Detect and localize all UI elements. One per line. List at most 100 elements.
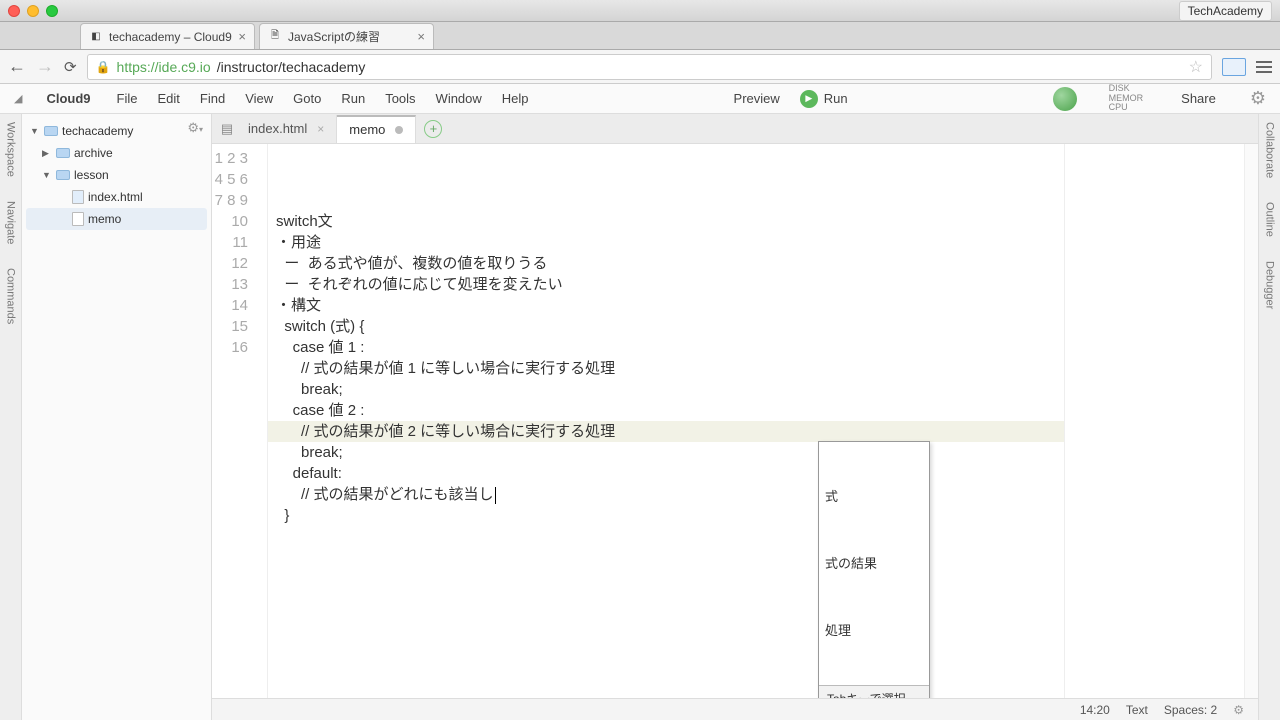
mac-titlebar: TechAcademy [0,0,1280,22]
chevron-down-icon[interactable]: ▼ [30,126,40,136]
chevron-right-icon[interactable]: ▶ [42,148,52,159]
share-button[interactable]: Share [1181,91,1216,106]
browser-toolbar: ← → ⟳ 🔒 https://ide.c9.io/instructor/tec… [0,50,1280,84]
editor-tab-index[interactable]: index.html × [236,115,337,143]
folder-icon [56,170,70,180]
browser-tab-title: techacademy – Cloud9 [109,30,232,44]
forward-icon: → [36,56,54,77]
folder-icon [44,126,58,136]
browser-tab-strip: ◧ techacademy – Cloud9 × 🗎 JavaScriptの練習… [0,22,1280,50]
line-gutter: 1 2 3 4 5 6 7 8 9 10 11 12 13 14 15 16 [212,144,256,698]
menu-goto[interactable]: Goto [293,91,321,106]
ime-indicator-icon[interactable] [1222,58,1246,76]
tree-label: memo [88,212,121,226]
browser-tab[interactable]: 🗎 JavaScriptの練習 × [259,23,434,49]
browser-tab[interactable]: ◧ techacademy – Cloud9 × [80,23,255,49]
zoom-window-icon[interactable] [46,5,58,17]
favicon-icon: 🗎 [268,30,282,44]
tree-root[interactable]: ▼ techacademy [26,120,207,142]
tree-label: index.html [88,190,143,204]
editor-tab-memo[interactable]: memo [337,115,416,143]
new-tab-button[interactable]: + [424,120,442,138]
autocomplete-item[interactable]: 処理 [819,618,929,643]
unsaved-dot-icon [395,126,403,134]
menu-window[interactable]: Window [436,91,482,106]
ide-menubar: ◢ Cloud9 File Edit Find View Goto Run To… [0,84,1280,114]
tree-label: techacademy [62,124,133,138]
tree-label: archive [74,146,113,160]
rail-outline[interactable]: Outline [1264,202,1276,237]
code-content[interactable]: switch文 ・用途 ー ある式や値が、複数の値を取りうる ー それぞれの値に… [268,144,1064,698]
close-icon[interactable]: × [417,29,425,44]
tree-file-index[interactable]: index.html [26,186,207,208]
resource-meters: DISK MEMOR CPU [1109,84,1144,114]
file-tree-panel: ⚙▾ ▼ techacademy ▶ archive ▼ lesson inde… [22,114,212,720]
back-icon[interactable]: ← [8,56,26,77]
tree-file-memo[interactable]: memo [26,208,207,230]
autocomplete-item[interactable]: 式 [819,484,929,509]
settings-gear-icon[interactable]: ⚙ [1233,703,1244,717]
run-button[interactable]: ▶ Run [800,90,848,108]
address-bar[interactable]: 🔒 https://ide.c9.io/instructor/techacade… [87,54,1212,80]
fold-column [256,144,268,698]
user-menu-button[interactable]: TechAcademy [1179,1,1272,21]
traffic-lights [8,5,58,17]
rail-commands[interactable]: Commands [5,268,17,324]
favicon-icon: ◧ [89,30,103,44]
folder-icon [56,148,70,158]
code-editor[interactable]: 1 2 3 4 5 6 7 8 9 10 11 12 13 14 15 16 s… [212,144,1258,698]
menu-edit[interactable]: Edit [157,91,179,106]
right-rail: Collaborate Outline Debugger [1258,114,1280,720]
editor-tabs-bar: ▤ index.html × memo + [212,114,1258,144]
menu-file[interactable]: File [117,91,138,106]
minimize-window-icon[interactable] [27,5,39,17]
menu-view[interactable]: View [245,91,273,106]
menu-run[interactable]: Run [341,91,365,106]
avatar[interactable] [1053,87,1077,111]
url-host: https://ide.c9.io [117,59,211,75]
rail-collaborate[interactable]: Collaborate [1264,122,1276,178]
rail-workspace[interactable]: Workspace [5,122,17,177]
text-file-icon [72,212,84,226]
collapse-menubar-icon[interactable]: ◢ [14,92,22,105]
editor-tab-label: memo [349,122,385,137]
language-mode[interactable]: Text [1126,703,1148,717]
autocomplete-item[interactable]: 式の結果 [819,551,929,576]
rail-debugger[interactable]: Debugger [1264,261,1276,309]
run-label: Run [824,91,848,106]
ide-window: ◢ Cloud9 File Edit Find View Goto Run To… [0,84,1280,720]
editor-area: ▤ index.html × memo + 1 2 3 4 5 6 7 8 9 … [212,114,1258,720]
lock-icon: 🔒 [96,60,111,74]
editor-tab-label: index.html [248,121,307,136]
play-icon: ▶ [800,90,818,108]
close-icon[interactable]: × [238,29,246,44]
url-path: /instructor/techacademy [217,59,366,75]
autocomplete-hint: Tabキーで選択 [819,685,929,698]
reload-icon[interactable]: ⟳ [64,58,77,76]
editor-right-margin [1064,144,1244,698]
tree-settings-gear-icon[interactable]: ⚙▾ [187,120,203,136]
ide-logo[interactable]: Cloud9 [46,91,90,106]
menu-find[interactable]: Find [200,91,225,106]
indent-setting[interactable]: Spaces: 2 [1164,703,1217,717]
preview-button[interactable]: Preview [734,91,780,106]
rail-navigate[interactable]: Navigate [5,201,17,244]
bookmark-star-icon[interactable]: ☆ [1189,57,1203,77]
menu-tools[interactable]: Tools [385,91,415,106]
scrollbar[interactable] [1244,144,1258,698]
cursor-position[interactable]: 14:20 [1080,703,1110,717]
tab-list-icon[interactable]: ▤ [218,121,236,137]
autocomplete-popup[interactable]: 式 式の結果 処理 Tabキーで選択 [818,441,930,698]
html-file-icon [72,190,84,204]
close-window-icon[interactable] [8,5,20,17]
tree-folder-lesson[interactable]: ▼ lesson [26,164,207,186]
browser-tab-title: JavaScriptの練習 [288,28,380,45]
close-icon[interactable]: × [317,122,324,136]
chevron-down-icon[interactable]: ▼ [42,170,52,180]
status-bar: 14:20 Text Spaces: 2 ⚙ [212,698,1258,720]
tree-folder-archive[interactable]: ▶ archive [26,142,207,164]
menu-help[interactable]: Help [502,91,529,106]
tree-label: lesson [74,168,109,182]
chrome-menu-icon[interactable] [1256,61,1272,73]
settings-gear-icon[interactable]: ⚙ [1250,88,1266,109]
